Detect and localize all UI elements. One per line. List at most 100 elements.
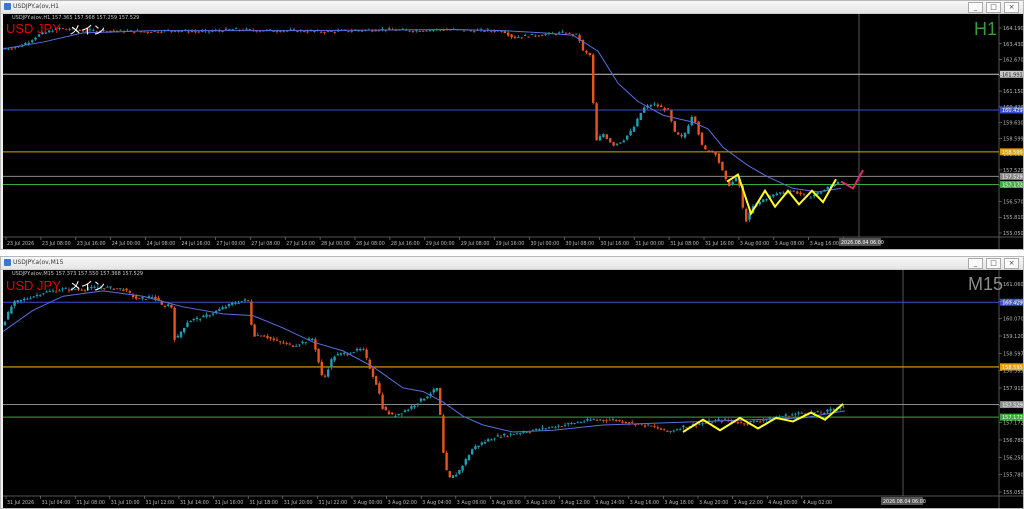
candle-body: [816, 411, 819, 412]
candle-body: [631, 422, 634, 423]
candle-body: [724, 170, 727, 180]
time-label: 30 Jul 08:00: [565, 241, 594, 247]
candle-body: [700, 132, 704, 145]
chart-svg-m15[interactable]: 160.429 158.597 158.595 157.529 157.172 161.0…: [3, 270, 1023, 508]
candle-body: [445, 452, 448, 471]
candle-body: [739, 422, 743, 423]
candle-body: [27, 42, 30, 44]
price-label: 160.070: [1003, 317, 1023, 323]
candle-body: [792, 190, 795, 192]
time-label: 31 Jul 2026: [7, 500, 34, 506]
candle-body: [272, 338, 275, 340]
time-label: 31 Jul 08:00: [670, 241, 699, 247]
candle-body: [656, 427, 659, 429]
candle-body: [586, 419, 589, 421]
candle-body: [122, 289, 125, 291]
candle-body: [388, 28, 391, 30]
window-titlebar[interactable]: USDJPY.a(ov,H1 _ □ ×: [1, 1, 1023, 14]
mode-label: メイン: [69, 23, 106, 37]
candle-body: [3, 321, 7, 326]
candle-body: [333, 356, 336, 361]
candle-body: [690, 116, 693, 126]
close-button[interactable]: ×: [1004, 2, 1019, 13]
candle-body: [660, 105, 663, 107]
candle-body: [647, 424, 650, 426]
candle-body: [759, 421, 762, 423]
price-label: 158.595: [1003, 369, 1023, 375]
candle-body: [279, 341, 282, 343]
candle-body: [575, 33, 578, 35]
candle-body: [669, 431, 672, 432]
minimize-button[interactable]: _: [968, 2, 983, 13]
candle-body: [656, 104, 659, 107]
candle-body: [605, 420, 608, 422]
candle-body: [663, 428, 666, 430]
time-label: 27 Jul 00:00: [216, 241, 245, 247]
candle-body: [480, 442, 483, 445]
candle-body: [295, 345, 298, 347]
candle-body: [391, 412, 394, 415]
candle-body: [34, 37, 37, 40]
candle-body: [10, 306, 13, 314]
candle-body: [717, 419, 720, 421]
candle-body: [397, 413, 400, 416]
maximize-button[interactable]: □: [986, 2, 1001, 13]
candle-body: [483, 31, 486, 32]
time-label: 3 Aug 18:00: [664, 500, 693, 506]
time-label: 28 Jul 00:00: [321, 241, 350, 247]
chart-window-h1[interactable]: USDJPY.a(ov,H1 _ □ × 161.991 160.429 158.5…: [0, 0, 1024, 250]
candle-body: [707, 150, 710, 152]
candle-body: [245, 28, 248, 30]
time-label: 27 Jul 08:00: [251, 241, 280, 247]
candle-body: [151, 296, 154, 298]
candle-body: [350, 31, 353, 32]
chart-window-m15[interactable]: USDJPY.a(ov,M15 _ □ × 160.429 158.597 158.…: [0, 256, 1024, 509]
candle-body: [23, 298, 26, 301]
candle-body: [10, 48, 13, 50]
candle-body: [371, 30, 374, 32]
close-button[interactable]: ×: [1004, 258, 1019, 269]
candle-body: [506, 436, 509, 437]
candle-body: [698, 423, 701, 425]
candle-body: [362, 348, 365, 350]
candle-body: [422, 30, 425, 32]
candle-body: [259, 335, 263, 337]
candle-body: [235, 28, 238, 30]
candle-body: [605, 134, 608, 139]
chart-area-m15[interactable]: 160.429 158.597 158.595 157.529 157.172 161.0…: [3, 270, 1023, 508]
candle-body: [570, 423, 573, 424]
candle-body: [626, 135, 629, 140]
price-label: 158.090: [1003, 152, 1023, 158]
candle-body: [499, 437, 503, 439]
time-label: 31 Jul 16:00: [215, 500, 244, 506]
candle-body: [231, 302, 234, 305]
chart-svg-h1[interactable]: 161.991 160.429 158.599 157.529 157.172 164.1…: [3, 14, 1023, 249]
candle-body: [800, 412, 803, 414]
candle-body: [419, 398, 423, 402]
minimize-button[interactable]: _: [968, 258, 983, 269]
candle-body: [467, 455, 471, 461]
time-label: 29 Jul 16:00: [496, 241, 525, 247]
candle-body: [595, 419, 599, 421]
candle-body: [187, 31, 190, 33]
candle-body: [736, 422, 739, 424]
candle-body: [819, 412, 823, 414]
chart-area-h1[interactable]: 161.991 160.429 158.599 157.529 157.172 164.1…: [3, 14, 1023, 249]
candle-body: [211, 313, 215, 315]
window-titlebar[interactable]: USDJPY.a(ov,M15 _ □ ×: [1, 257, 1023, 270]
candle-body: [588, 53, 591, 55]
candle-body: [619, 142, 622, 144]
price-label: 157.172: [1003, 421, 1023, 427]
candle-body: [279, 31, 282, 33]
candle-body: [711, 150, 714, 152]
candle-body: [303, 31, 306, 33]
candle-body: [323, 375, 327, 377]
candle-body: [464, 459, 467, 465]
candle-body: [579, 422, 583, 423]
time-label: 3 Aug 10:00: [526, 500, 555, 506]
maximize-button[interactable]: □: [986, 258, 1001, 269]
candle-body: [378, 383, 381, 394]
candle-body: [768, 417, 771, 419]
candle-body: [330, 31, 333, 32]
candle-body: [765, 199, 768, 201]
